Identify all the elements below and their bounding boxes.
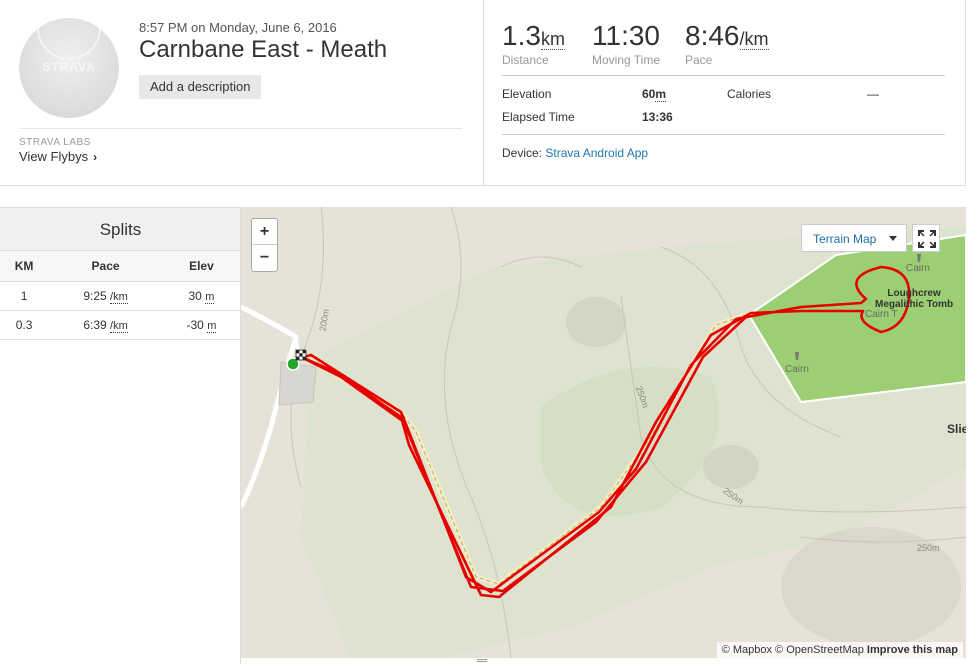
stat-moving-time: 11:30 Moving Time [592, 20, 660, 67]
view-flybys-link[interactable]: View Flybys › [19, 149, 97, 164]
device-link[interactable]: Strava Android App [545, 146, 648, 160]
poi-loughcrew-label: Loughcrew Megalithic Tomb [875, 288, 954, 310]
poi-cairn-label: Cairn [785, 364, 809, 375]
table-row[interactable]: 1 9:25 /km 30 m [0, 281, 240, 311]
strava-logo: STRAVA [42, 60, 96, 74]
elevation-label: Elevation [502, 87, 552, 101]
contour-label: 250m [917, 543, 940, 553]
split-pace: 9:25 /km [48, 281, 163, 311]
elapsed-time-label: Elapsed Time [502, 110, 575, 124]
view-flybys-label: View Flybys [19, 149, 89, 164]
column-header-elev: Elev [162, 251, 240, 282]
splits-panel: Splits KM Pace Elev 1 9:25 /km 30 m 0.3 … [0, 207, 241, 664]
poi-cairn-t-label: Cairn T [865, 309, 898, 320]
column-header-km: KM [0, 251, 49, 282]
mapbox-link[interactable]: © Mapbox [722, 644, 772, 656]
device-info: Device: Strava Android App [502, 146, 648, 160]
calories-label: Calories [727, 87, 772, 101]
chevron-right-icon: › [93, 150, 98, 164]
splits-title: Splits [0, 207, 241, 251]
activity-title[interactable]: Carnbane East - Meath [139, 36, 387, 64]
zoom-control: + − [251, 218, 278, 272]
avatar-silhouette [37, 20, 101, 60]
osm-link[interactable]: © OpenStreetMap [775, 644, 864, 656]
terrain-map-dropdown[interactable]: Terrain Map [801, 224, 907, 252]
activity-datetime: 8:57 PM on Monday, June 6, 2016 [139, 20, 337, 35]
map-attribution: © Mapbox © OpenStreetMap Improve this ma… [716, 642, 963, 658]
resize-handle[interactable] [477, 659, 487, 662]
improve-map-link[interactable]: Improve this map [867, 644, 958, 656]
elapsed-time-value: 13:36 [642, 110, 673, 124]
zoom-in-button[interactable]: + [252, 219, 277, 245]
table-row[interactable]: 0.3 6:39 /km -30 m [0, 310, 240, 340]
distance-unit: km [540, 29, 565, 50]
terrain-map-label: Terrain Map [813, 232, 877, 246]
athlete-avatar[interactable]: STRAVA [19, 18, 119, 118]
distance-value: 1.3 [502, 20, 541, 51]
stat-pace: 8:46/km Pace [685, 20, 769, 67]
poi-cairn-label: Cairn [906, 263, 930, 274]
split-elev: 30 m [162, 281, 240, 311]
pace-unit: /km [739, 29, 769, 50]
split-km: 0.3 [0, 310, 49, 340]
table-header-row: KM Pace Elev [0, 251, 240, 282]
add-description-button[interactable]: Add a description [139, 75, 262, 99]
divider [483, 0, 484, 186]
fullscreen-button[interactable] [912, 224, 940, 252]
moving-time-label: Moving Time [592, 53, 661, 67]
split-elev: -30 m [162, 310, 240, 340]
column-header-pace: Pace [48, 251, 163, 282]
caret-down-icon [889, 236, 897, 241]
divider [19, 128, 462, 129]
fullscreen-icon [918, 230, 936, 248]
pace-value: 8:46 [685, 20, 740, 51]
moving-time-value: 11:30 [592, 20, 660, 51]
divider [502, 75, 945, 76]
split-pace: 6:39 /km [48, 310, 163, 340]
distance-label: Distance [502, 53, 549, 67]
divider [502, 134, 945, 135]
stat-distance: 1.3km Distance [502, 20, 565, 67]
place-label: Slie [947, 422, 966, 436]
elevation-value: 60m [642, 87, 667, 102]
pace-label: Pace [685, 53, 713, 67]
map-canvas [241, 207, 966, 658]
split-km: 1 [0, 281, 49, 311]
calories-value: — [867, 87, 879, 101]
route-map[interactable]: 200m 250m 250m 250m Cairn Cairn Loughcre… [241, 207, 966, 658]
activity-header: STRAVA 8:57 PM on Monday, June 6, 2016 C… [0, 0, 966, 186]
device-label: Device: [502, 146, 543, 160]
splits-table: KM Pace Elev 1 9:25 /km 30 m 0.3 6:39 /k… [0, 251, 240, 340]
strava-labs-label: STRAVA LABS [19, 137, 91, 148]
elevation-unit: m [655, 87, 667, 102]
zoom-out-button[interactable]: − [252, 245, 277, 271]
